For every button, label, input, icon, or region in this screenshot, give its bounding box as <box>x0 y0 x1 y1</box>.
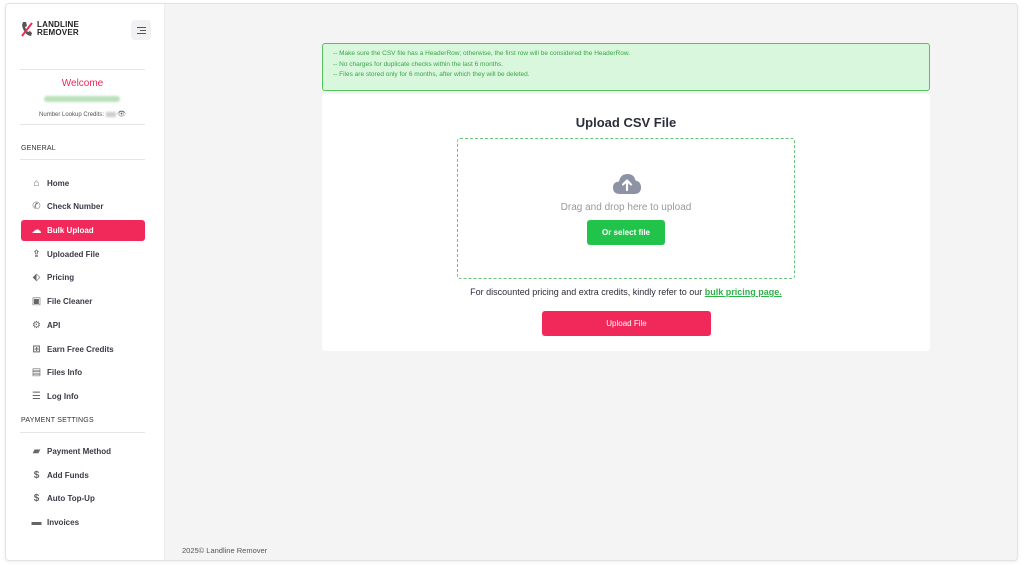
tag-icon: ⬖ <box>32 272 41 283</box>
sidebar-item-label: Bulk Upload <box>47 226 94 235</box>
sidebar-item-auto-top-up[interactable]: $ Auto Top-Up <box>21 488 145 509</box>
dollar-icon: $ <box>33 470 40 481</box>
sidebar-item-label: Invoices <box>47 518 80 527</box>
sidebar-item-api[interactable]: ⚙ API <box>21 315 145 336</box>
pricing-note-text: For discounted pricing and extra credits… <box>470 287 705 297</box>
sidebar-item-label: File Cleaner <box>47 297 93 306</box>
footer-text: 2025© Landline Remover <box>182 546 268 555</box>
sidebar-item-label: Check Number <box>47 202 104 211</box>
dollar-icon: $ <box>33 493 40 504</box>
upload-card: Upload CSV File Drag and drop here to up… <box>322 94 930 351</box>
sidebar-item-label: Earn Free Credits <box>47 345 114 354</box>
sidebar-item-files-info[interactable]: ▤ Files Info <box>21 362 145 383</box>
sidebar-item-payment-method[interactable]: ▰ Payment Method <box>21 441 145 462</box>
section-general-title: GENERAL <box>21 145 56 152</box>
eye-icon[interactable]: 👁 <box>117 111 126 118</box>
file-dropzone[interactable]: Drag and drop here to upload Or select f… <box>457 138 795 279</box>
file-cleaner-icon: ▣ <box>31 296 42 307</box>
divider <box>20 69 145 70</box>
main-content: -- Make sure the CSV file has a HeaderRo… <box>165 4 1017 560</box>
app-window: LANDLINE REMOVER Welcome Number Lookup C… <box>5 3 1018 561</box>
cloud-upload-icon: ☁ <box>31 225 42 236</box>
sidebar-item-label: Add Funds <box>47 471 89 480</box>
drag-drop-text: Drag and drop here to upload <box>560 202 692 213</box>
sidebar-item-add-funds[interactable]: $ Add Funds <box>21 465 145 486</box>
user-email-redacted <box>44 96 120 102</box>
divider <box>20 159 145 160</box>
sidebar-item-label: API <box>47 321 61 330</box>
upload-file-button[interactable]: Upload File <box>542 311 711 336</box>
home-icon: ⌂ <box>33 178 40 189</box>
pricing-note: For discounted pricing and extra credits… <box>322 287 930 297</box>
credits-value-redacted <box>106 111 117 117</box>
sidebar-item-earn-free-credits[interactable]: ⊞ Earn Free Credits <box>21 339 145 360</box>
notice-line: -- Make sure the CSV file has a HeaderRo… <box>333 50 630 57</box>
section-payment-title: PAYMENT SETTINGS <box>21 417 94 424</box>
sidebar-item-pricing[interactable]: ⬖ Pricing <box>21 267 145 288</box>
bulk-pricing-link[interactable]: bulk pricing page. <box>705 287 782 297</box>
card-icon: ▰ <box>32 446 41 457</box>
sidebar-item-label: Files Info <box>47 368 83 377</box>
notice-line: -- Files are stored only for 6 months, a… <box>333 71 530 78</box>
api-icon: ⚙ <box>32 320 41 331</box>
upload-title: Upload CSV File <box>575 115 677 130</box>
brand-logo[interactable]: LANDLINE REMOVER <box>20 20 79 38</box>
credits-label: Number Lookup Credits: <box>39 112 105 118</box>
brand-line2: REMOVER <box>37 28 79 37</box>
sidebar-item-label: Pricing <box>47 273 75 282</box>
upload-icon: ⇪ <box>32 249 41 260</box>
sidebar-item-bulk-upload[interactable]: ☁ Bulk Upload <box>21 220 145 241</box>
credits-line: Number Lookup Credits: 👁 <box>6 110 159 118</box>
sidebar-item-label: Home <box>47 179 70 188</box>
gift-icon: ⊞ <box>32 344 41 355</box>
sidebar-item-label: Payment Method <box>47 447 112 456</box>
info-notice: -- Make sure the CSV file has a HeaderRo… <box>322 43 930 91</box>
divider <box>20 124 145 125</box>
clipboard-icon: ▤ <box>31 367 42 378</box>
sidebar-item-invoices[interactable]: ▬ Invoices <box>21 512 145 533</box>
sidebar-item-label: Log Info <box>47 392 79 401</box>
invoice-icon: ▬ <box>31 517 42 528</box>
menu-toggle-button[interactable] <box>131 20 151 40</box>
sidebar-item-uploaded-file[interactable]: ⇪ Uploaded File <box>21 244 145 265</box>
log-icon: ☰ <box>32 391 41 402</box>
phone-icon: ✆ <box>32 201 41 212</box>
select-file-button[interactable]: Or select file <box>587 220 665 245</box>
sidebar-item-file-cleaner[interactable]: ▣ File Cleaner <box>21 291 145 312</box>
cloud-upload-icon <box>612 173 642 195</box>
sidebar: LANDLINE REMOVER Welcome Number Lookup C… <box>6 4 165 560</box>
sidebar-item-home[interactable]: ⌂ Home <box>21 173 145 194</box>
logo-phone-icon <box>20 20 34 38</box>
welcome-text: Welcome <box>61 78 104 89</box>
sidebar-item-label: Auto Top-Up <box>47 494 95 503</box>
notice-line: -- No charges for duplicate checks withi… <box>333 60 504 68</box>
divider <box>20 432 145 433</box>
sidebar-item-check-number[interactable]: ✆ Check Number <box>21 196 145 217</box>
sidebar-item-label: Uploaded File <box>47 250 100 259</box>
sidebar-item-log-info[interactable]: ☰ Log Info <box>21 386 145 407</box>
